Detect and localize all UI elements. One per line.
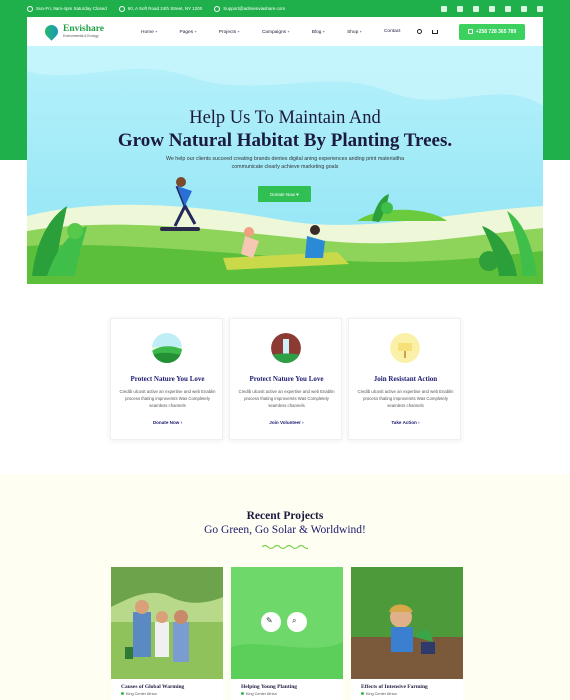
project-cards: Causes of Global Warming King Center Afr… [111, 567, 463, 700]
caret-icon: + [359, 28, 362, 34]
facebook-icon[interactable] [457, 5, 463, 12]
vimeo-icon[interactable] [473, 5, 479, 12]
hours-info: Sun-Fri, 9am-4pm Saturday Closed [27, 5, 107, 12]
nav-shop[interactable]: Shop + [347, 29, 362, 35]
squiggle-divider [262, 544, 308, 550]
cart-icon[interactable] [431, 29, 438, 34]
top-info-bar: Sun-Fri, 9am-4pm Saturday Closed 60, A S… [0, 0, 570, 17]
logo[interactable]: Envishare Environmental & Ecology [42, 22, 105, 41]
hero-banner: Help Us To Maintain And Grow Natural Hab… [27, 46, 543, 284]
location-pin-icon [121, 692, 124, 695]
vk-icon[interactable] [537, 5, 543, 12]
family-photo [111, 567, 223, 679]
arrow-right-icon: › [302, 420, 304, 425]
hero-subtitle: We help our clients succeed creating bra… [165, 156, 405, 170]
feature-cards: Protect Nature You Love Credib ulcosit a… [110, 318, 461, 440]
location-pin-icon [241, 692, 244, 695]
arrow-right-icon: › [418, 420, 420, 425]
feature-card: Join Resistant Action Credib ulcosit act… [348, 318, 461, 440]
instagram-icon[interactable] [521, 5, 527, 12]
address-info: 60, A Soft Road 24th Street, NY 1200 [118, 5, 202, 12]
email-info[interactable]: Support@admienviashare.com [214, 5, 285, 12]
project-card[interactable]: Causes of Global Warming King Center Afr… [111, 567, 223, 700]
nav-projects[interactable]: Projects + [219, 29, 240, 35]
section-title: Recent Projects [246, 510, 324, 522]
social-links [441, 5, 543, 12]
landscape-icon [152, 333, 182, 363]
donate-now-link[interactable]: Donate Now › [111, 420, 224, 425]
skype-icon[interactable] [489, 5, 495, 12]
sign-icon [390, 333, 420, 363]
caret-icon: + [287, 28, 290, 34]
hero-heading-line2: Grow Natural Habitat By Planting Trees. [117, 130, 453, 151]
recent-projects-section: Recent Projects Go Green, Go Solar & Wor… [0, 474, 570, 700]
join-volunteer-link[interactable]: Join Volunteer › [230, 420, 343, 425]
twitter-icon[interactable] [441, 5, 447, 12]
child-planting-photo [351, 567, 463, 679]
phone-icon [467, 29, 473, 34]
location-pin-icon [118, 5, 125, 12]
logo-tagline: Environmental & Ecology [63, 34, 99, 39]
main-nav: Home + Pages + Projects + Campaigns + Bl… [141, 29, 422, 35]
arrow-right-icon: › [180, 420, 183, 425]
hero-heading-line1: Help Us To Maintain And [189, 108, 381, 128]
zoom-icon[interactable]: ⌕ [292, 616, 296, 626]
main-header: Envishare Environmental & Ecology Home +… [27, 17, 543, 46]
search-icon[interactable] [416, 29, 422, 34]
phone-button[interactable]: +258 728 365 789 [459, 23, 525, 40]
caret-icon: + [155, 28, 158, 34]
waterfall-icon [271, 333, 301, 363]
feature-card: Protect Nature You Love Credib ulcosit a… [229, 318, 342, 440]
donate-now-button[interactable]: Donate Now ♥ [258, 186, 311, 202]
behance-icon[interactable] [505, 5, 511, 12]
caret-icon: + [322, 28, 326, 34]
project-card[interactable]: ✎ ⌕ Helping Young Planting King Center A… [231, 567, 343, 700]
caret-icon: + [237, 28, 240, 34]
clock-icon [27, 5, 33, 12]
nav-blog[interactable]: Blog + [312, 29, 325, 35]
section-subtitle: Go Green, Go Solar & Worldwind! [204, 524, 366, 536]
feature-card: Protect Nature You Love Credib ulcosit a… [110, 318, 223, 440]
location-pin-icon [361, 692, 364, 695]
nav-campaigns[interactable]: Campaigns + [262, 29, 290, 35]
logo-name: Envishare [63, 23, 105, 34]
drop-logo-icon [42, 22, 61, 41]
project-card[interactable]: Effects of Intensive Farming King Center… [351, 567, 463, 700]
nav-pages[interactable]: Pages + [180, 29, 197, 35]
link-icon[interactable]: ✎ [266, 616, 273, 625]
heart-icon: ♥ [296, 191, 299, 197]
caret-icon: + [194, 28, 197, 34]
headset-icon [214, 5, 221, 12]
take-action-link[interactable]: Take Action › [349, 420, 462, 425]
green-overlay-photo: ✎ ⌕ [231, 567, 343, 679]
nav-home[interactable]: Home + [141, 29, 157, 35]
nav-contact[interactable]: Contact [384, 29, 401, 35]
